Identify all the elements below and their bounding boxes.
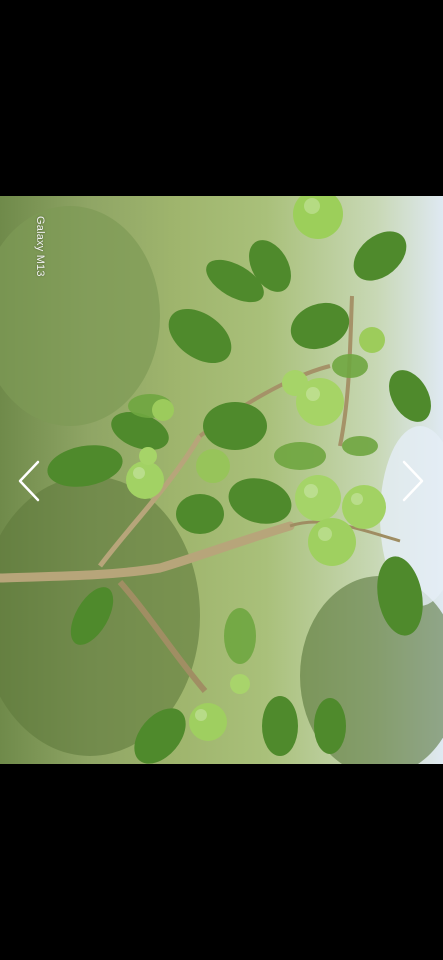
chevron-left-icon <box>18 460 40 502</box>
next-image-button[interactable] <box>396 456 430 506</box>
previous-image-button[interactable] <box>12 456 46 506</box>
camera-watermark: Galaxy M13 <box>34 216 46 277</box>
image-viewer: Galaxy M13 <box>0 0 443 960</box>
photo <box>0 196 443 764</box>
apple-tree-photo <box>0 196 443 764</box>
chevron-right-icon <box>402 460 424 502</box>
